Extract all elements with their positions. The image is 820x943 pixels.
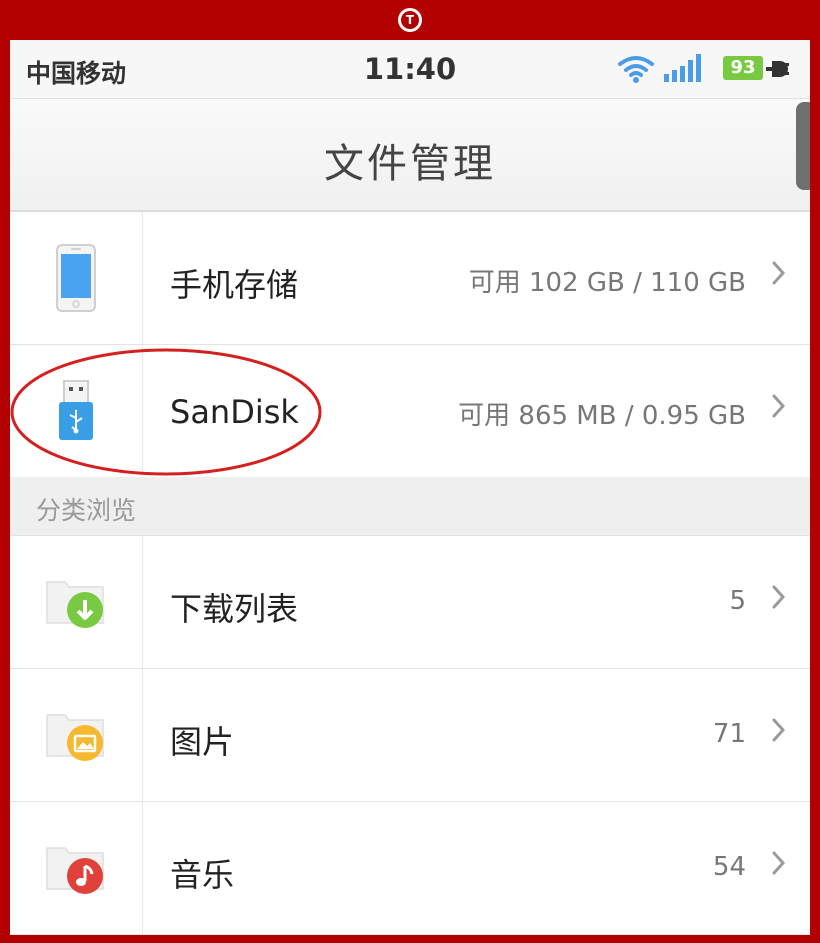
status-bar: 中国移动 11:40 93 bbox=[10, 40, 810, 99]
storage-label: 手机存储 bbox=[170, 266, 299, 304]
chevron-right-icon bbox=[772, 718, 786, 742]
category-row-music[interactable]: 音乐 54 bbox=[10, 802, 810, 935]
charging-plug-icon bbox=[766, 61, 789, 77]
storage-row-phone[interactable]: 手机存储 可用 102 GB / 110 GB bbox=[10, 212, 810, 345]
image-folder-icon bbox=[46, 714, 104, 761]
title-bar: 文件管理 bbox=[10, 99, 810, 212]
category-label: 下载列表 bbox=[170, 590, 299, 628]
chevron-right-icon bbox=[772, 394, 786, 418]
chevron-right-icon bbox=[772, 851, 786, 875]
category-count: 5 bbox=[729, 586, 746, 616]
category-row-downloads[interactable]: 下载列表 5 bbox=[10, 536, 810, 669]
category-section-header: 分类浏览 bbox=[10, 477, 810, 536]
battery-level: 93 bbox=[723, 56, 763, 80]
category-count: 54 bbox=[712, 852, 746, 882]
category-label: 音乐 bbox=[170, 856, 235, 894]
chevron-right-icon bbox=[772, 585, 786, 609]
chevron-right-icon bbox=[772, 261, 786, 285]
usb-drive-icon bbox=[59, 380, 93, 440]
storage-capacity: 可用 102 GB / 110 GB bbox=[468, 268, 746, 298]
storage-row-sandisk[interactable]: SanDisk 可用 865 MB / 0.95 GB bbox=[10, 345, 810, 478]
storage-capacity: 可用 865 MB / 0.95 GB bbox=[458, 401, 746, 431]
category-label: 图片 bbox=[170, 723, 235, 761]
section-title: 分类浏览 bbox=[36, 496, 137, 525]
wifi-icon bbox=[618, 56, 654, 83]
phone-icon bbox=[56, 244, 96, 312]
page-title: 文件管理 bbox=[324, 141, 496, 187]
phone-screen: 中国移动 11:40 93 文件管理 手机存储 可用 102 GB / 110 … bbox=[10, 40, 810, 935]
download-folder-icon bbox=[46, 581, 104, 628]
side-handle[interactable] bbox=[796, 102, 810, 190]
signal-strength-icon bbox=[664, 54, 701, 82]
category-count: 71 bbox=[712, 719, 746, 749]
music-folder-icon bbox=[46, 847, 104, 894]
storage-label: SanDisk bbox=[170, 393, 299, 431]
category-row-images[interactable]: 图片 71 bbox=[10, 669, 810, 802]
frame-logo-icon: T bbox=[398, 8, 422, 32]
